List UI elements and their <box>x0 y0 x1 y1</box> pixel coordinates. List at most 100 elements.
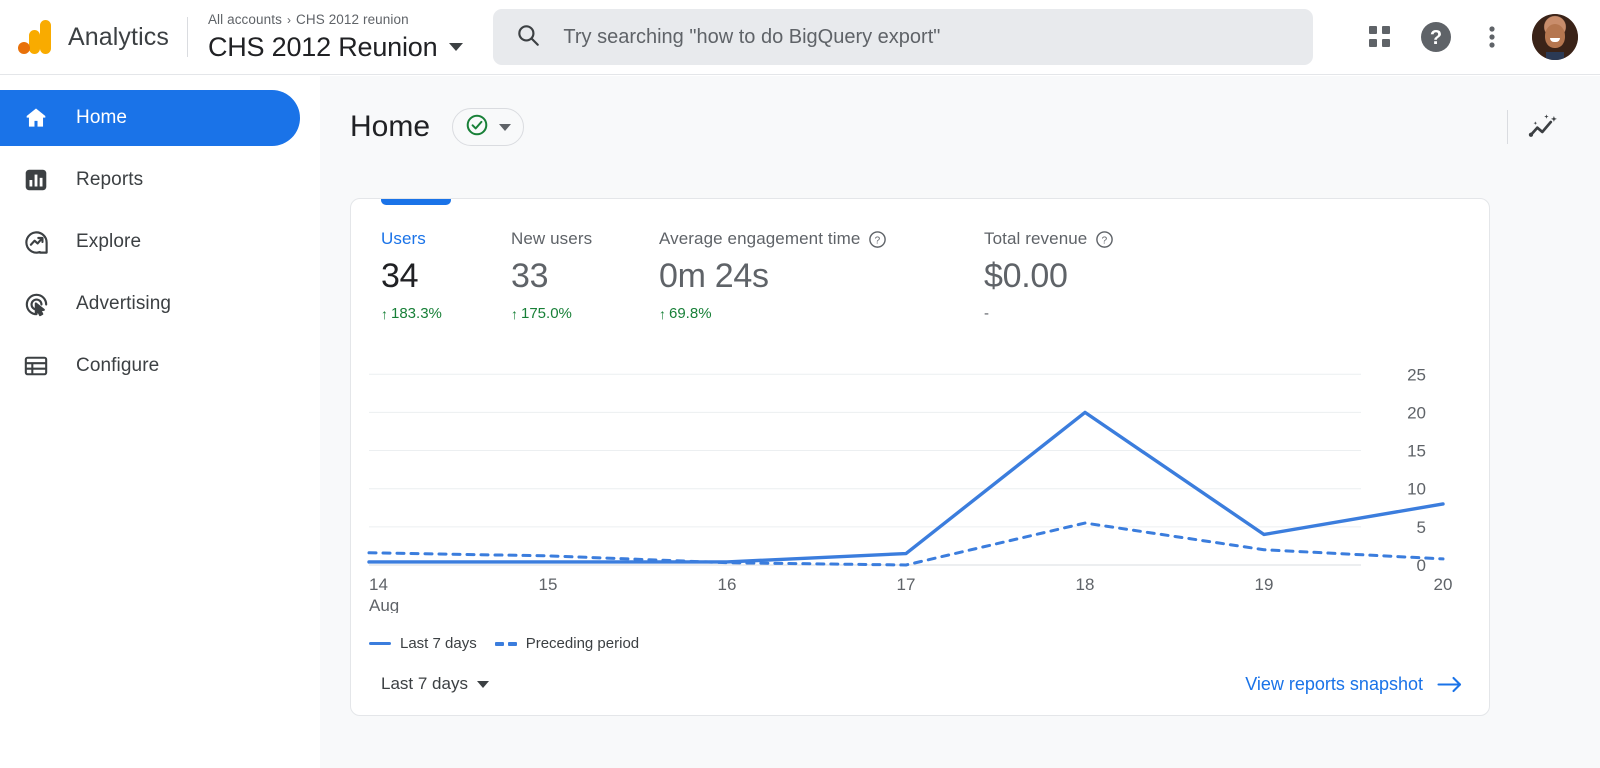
x-axis-tick-label: 17 <box>897 575 916 594</box>
metrics-row: Users 34 ↑ 183.3% New users 33 ↑ 175.0% … <box>351 199 1489 322</box>
account-selector[interactable]: All accounts › CHS 2012 reunion CHS 2012… <box>207 11 464 64</box>
search-icon <box>515 22 541 53</box>
metric-label: Total revenue <box>984 229 1088 248</box>
sidebar-item-label: Advertising <box>76 293 172 314</box>
more-vert-icon[interactable] <box>1468 13 1516 61</box>
search-bar[interactable] <box>493 9 1314 65</box>
avatar-shoulders <box>1545 51 1565 60</box>
x-axis-tick-label: 16 <box>718 575 737 594</box>
apps-grid-icon[interactable] <box>1356 13 1404 61</box>
insights-sparkle-icon[interactable] <box>1526 110 1560 144</box>
account-title-row[interactable]: CHS 2012 Reunion <box>207 30 464 64</box>
search-input[interactable] <box>563 25 1292 49</box>
overview-card: Users 34 ↑ 183.3% New users 33 ↑ 175.0% … <box>350 198 1490 716</box>
x-axis-tick-label: 19 <box>1255 575 1274 594</box>
x-axis-unit-label: Aug <box>369 596 399 613</box>
advertising-icon <box>22 290 50 318</box>
page-header-actions <box>1507 110 1560 144</box>
metric-label-row: Total revenue ? <box>984 229 1284 249</box>
snapshot-link-label: View reports snapshot <box>1245 673 1423 694</box>
chevron-down-icon <box>499 123 512 131</box>
sidebar-item-reports[interactable]: Reports <box>0 152 300 208</box>
analytics-logo-icon <box>18 20 54 54</box>
sidebar-item-explore[interactable]: Explore <box>0 214 300 270</box>
legend-item-last-7-days[interactable]: Last 7 days <box>369 635 477 652</box>
svg-text:?: ? <box>875 235 881 246</box>
configure-icon <box>22 352 50 380</box>
svg-text:?: ? <box>1102 235 1108 246</box>
breadcrumb-root[interactable]: All accounts <box>208 11 282 29</box>
metric-value: 0m 24s <box>659 257 769 295</box>
x-axis-tick-label: 14 <box>369 575 388 594</box>
metric-delta-value: 175.0% <box>521 305 572 322</box>
help-icon[interactable]: ? <box>1412 13 1460 61</box>
y-axis-tick-label: 15 <box>1407 442 1426 461</box>
header-divider <box>1507 110 1508 144</box>
date-range-selector[interactable]: Last 7 days <box>381 674 489 694</box>
help-circle-icon[interactable]: ? <box>868 230 887 249</box>
metric-label: Users <box>381 229 426 248</box>
breadcrumb: All accounts › CHS 2012 reunion <box>208 11 463 29</box>
brand-divider <box>186 17 188 57</box>
sidebar-item-advertising[interactable]: Advertising <box>0 276 300 332</box>
arrow-right-icon <box>1437 675 1463 694</box>
chart-series-preceding <box>367 521 1445 567</box>
sidebar-item-home[interactable]: Home <box>0 90 300 146</box>
metric-delta-value: 69.8% <box>669 305 712 322</box>
metric-total-revenue[interactable]: Total revenue ? $0.00 - <box>984 229 1284 322</box>
sidebar-item-label: Explore <box>76 231 142 252</box>
arrow-up-icon: ↑ <box>381 305 388 322</box>
metric-value: 33 <box>511 257 549 295</box>
y-axis-tick-label: 10 <box>1407 480 1426 499</box>
brand-name: Analytics <box>68 22 169 51</box>
sidebar-nav: Home Reports Explore Advertising Configu… <box>0 76 320 768</box>
sidebar-item-label: Home <box>76 107 128 128</box>
card-footer: Last 7 days View reports snapshot <box>351 653 1489 715</box>
legend-label: Preceding period <box>525 635 640 652</box>
metric-new-users[interactable]: New users 33 ↑ 175.0% <box>511 229 659 322</box>
main-content: Home Users 34 ↑ 183.3% New users 33 ↑ 17… <box>320 76 1600 768</box>
users-trend-chart[interactable]: 0 5 10 15 20 25 14 15 16 17 18 19 20 Aug <box>351 343 1489 613</box>
breadcrumb-separator-icon: › <box>286 12 292 27</box>
breadcrumb-current[interactable]: CHS 2012 reunion <box>296 11 409 29</box>
y-axis-tick-label: 20 <box>1407 403 1426 422</box>
chart-series-current <box>367 410 1445 564</box>
account-title: CHS 2012 Reunion <box>207 31 438 62</box>
chevron-down-icon[interactable] <box>449 42 464 51</box>
legend-item-preceding-period[interactable]: Preceding period <box>494 635 640 652</box>
y-axis-tick-label: 5 <box>1417 518 1426 537</box>
avatar[interactable] <box>1532 14 1578 60</box>
sidebar-item-configure[interactable]: Configure <box>0 338 300 394</box>
legend-swatch-solid-icon <box>369 642 391 645</box>
chevron-down-icon <box>476 680 489 688</box>
metric-delta-value: - <box>984 305 989 322</box>
metric-delta: ↑ 69.8% <box>659 305 984 322</box>
svg-text:?: ? <box>1430 27 1442 49</box>
sidebar-item-label: Configure <box>76 355 160 376</box>
check-circle-icon <box>465 113 489 142</box>
y-axis-tick-label: 25 <box>1407 365 1426 384</box>
page-header: Home <box>320 76 1600 150</box>
metric-delta: ↑ 175.0% <box>511 305 659 322</box>
reports-icon <box>22 166 50 194</box>
x-axis-tick-label: 20 <box>1434 575 1453 594</box>
metric-delta-value: 183.3% <box>391 305 442 322</box>
top-app-bar: Analytics All accounts › CHS 2012 reunio… <box>0 0 1600 75</box>
metric-label: New users <box>511 229 593 248</box>
metric-value: 34 <box>381 257 419 295</box>
home-icon <box>22 104 50 132</box>
avatar-face <box>1544 24 1566 49</box>
active-tab-indicator[interactable] <box>381 199 451 205</box>
status-badge[interactable] <box>452 108 525 146</box>
chart-canvas: 051015202514 15 16 17 18 19 20Aug <box>367 365 1453 613</box>
metric-delta: ↑ 183.3% <box>381 305 511 322</box>
metric-delta: - <box>984 305 1284 322</box>
brand-block[interactable]: Analytics <box>0 0 169 74</box>
metric-users[interactable]: Users 34 ↑ 183.3% <box>381 229 511 322</box>
legend-swatch-dashed-icon <box>494 641 517 646</box>
help-circle-icon[interactable]: ? <box>1095 230 1114 249</box>
view-reports-snapshot-link[interactable]: View reports snapshot <box>1245 674 1463 695</box>
metric-avg-engagement-time[interactable]: Average engagement time ? 0m 24s ↑ 69.8% <box>659 229 984 322</box>
metric-label-row: Average engagement time ? <box>659 229 984 249</box>
arrow-up-icon: ↑ <box>659 305 666 322</box>
